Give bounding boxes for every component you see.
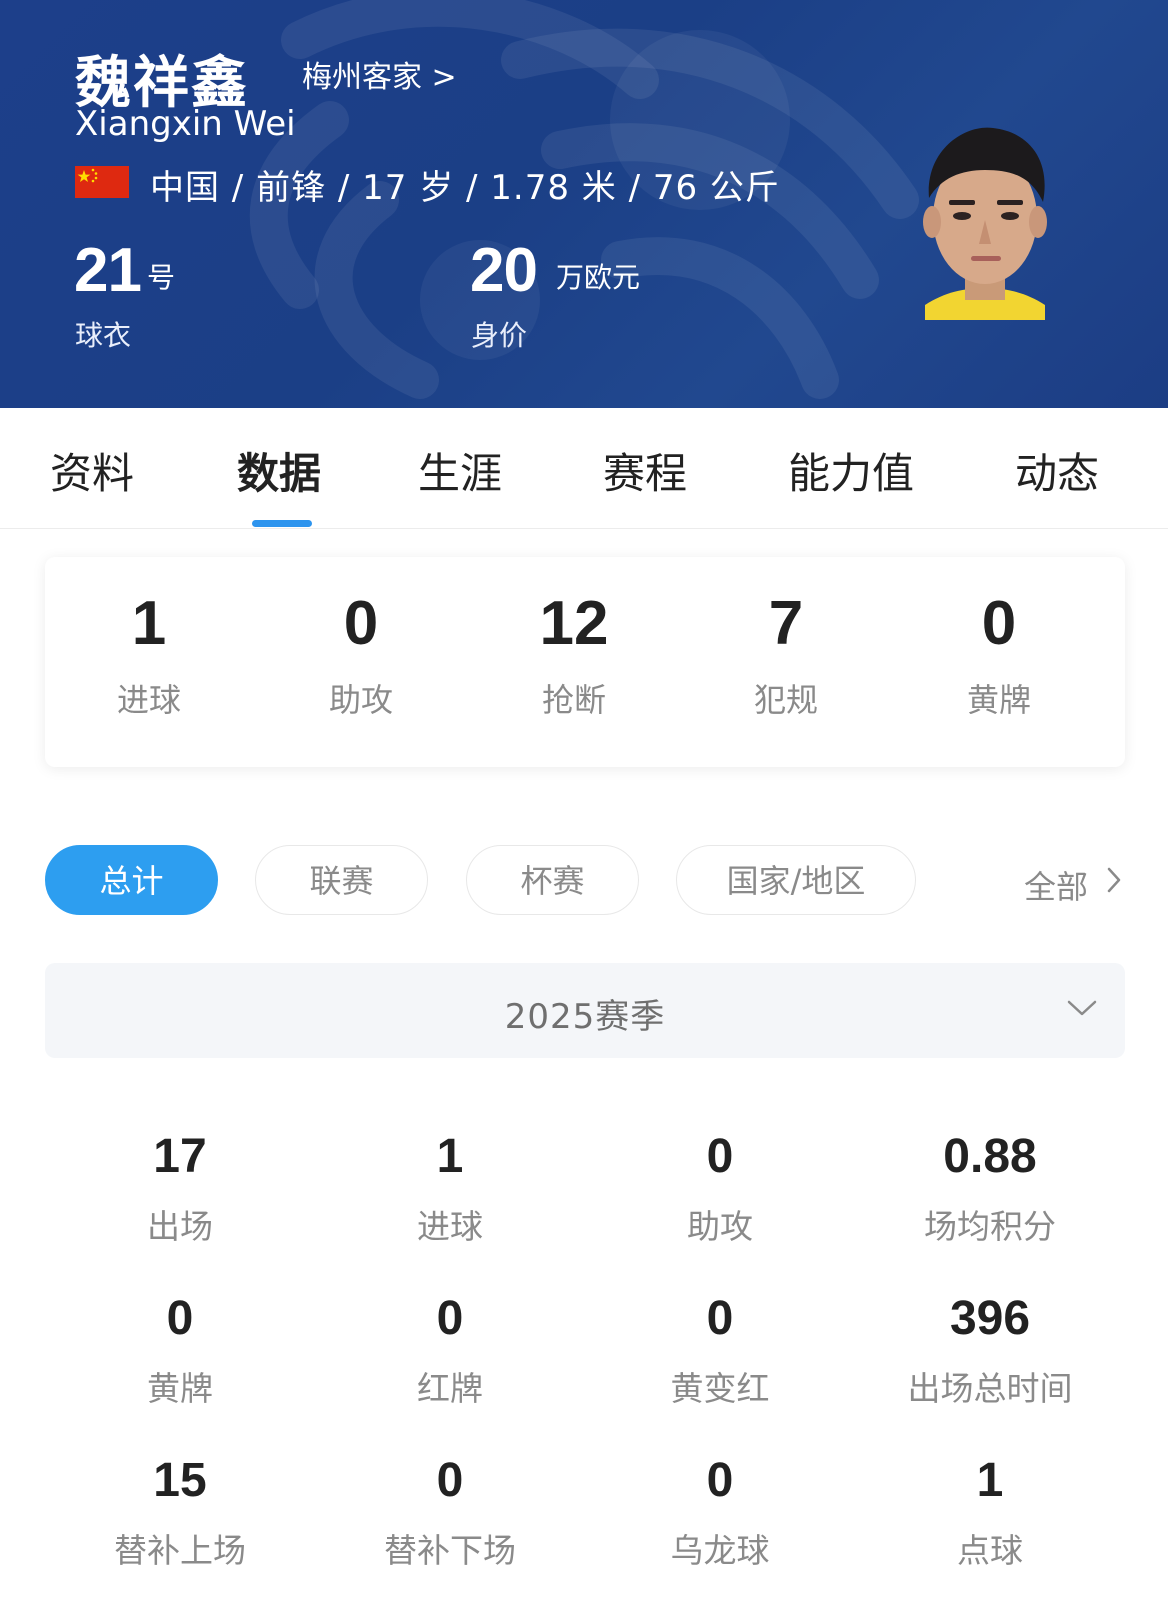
player-info-line: 中国 / 前锋 / 17 岁 / 1.78 米 / 76 公斤 [150, 168, 780, 208]
stat-value: 0 [166, 1292, 194, 1345]
summary-stat-fouls: 7 犯规 [686, 587, 886, 721]
stat-label: 替补上场 [114, 1531, 246, 1570]
tab-feed[interactable]: 动态 [1015, 440, 1099, 501]
tab-bar: 资料 数据 生涯 赛程 能力值 动态 [0, 408, 1168, 529]
filter-total-button[interactable]: 总计 [45, 845, 218, 915]
player-avatar [923, 127, 1047, 320]
stat-label: 替补下场 [384, 1531, 516, 1570]
summary-value: 1 [131, 589, 167, 658]
active-tab-indicator [252, 520, 312, 527]
stat-label: 黄变红 [670, 1369, 770, 1408]
stat-label: 进球 [417, 1207, 483, 1246]
stat-red-cards: 0 红牌 [320, 1290, 580, 1410]
stat-sub-on: 15 替补上场 [50, 1452, 310, 1572]
tab-career[interactable]: 生涯 [418, 440, 502, 501]
summary-value: 12 [539, 589, 609, 658]
stat-value: 396 [949, 1292, 1031, 1345]
stat-label: 黄牌 [147, 1369, 213, 1408]
summary-label: 黄牌 [966, 681, 1031, 719]
stat-value: 1 [436, 1130, 464, 1183]
stat-label: 乌龙球 [670, 1531, 770, 1570]
team-link[interactable]: 梅州客家 > [302, 52, 457, 96]
jersey-label: 球衣 [75, 319, 132, 352]
jersey-number: 21 [74, 236, 142, 305]
player-english-name: Xiangxin Wei [75, 104, 296, 144]
summary-value: 0 [343, 589, 379, 658]
summary-label: 助攻 [328, 681, 393, 719]
season-selector[interactable]: 2025赛季 [45, 963, 1125, 1058]
stat-goals: 1 进球 [320, 1128, 580, 1248]
summary-stat-assists: 0 助攻 [261, 587, 461, 721]
market-value-label: 身价 [471, 319, 528, 352]
stat-value: 1 [976, 1454, 1004, 1507]
stat-minutes-played: 396 出场总时间 [860, 1290, 1120, 1410]
stat-avg-rating: 0.88 场均积分 [860, 1128, 1120, 1248]
filter-cup-button[interactable]: 杯赛 [466, 845, 639, 915]
stat-value: 0 [706, 1454, 734, 1507]
summary-stat-tackles: 12 抢断 [474, 587, 674, 721]
stat-value: 0 [436, 1454, 464, 1507]
market-value: 20 [470, 236, 538, 305]
jersey-unit: 号 [147, 261, 176, 294]
filter-all-link[interactable]: 全部 [1024, 862, 1088, 908]
summary-stat-yellow-cards: 0 黄牌 [899, 587, 1099, 721]
stat-value: 0.88 [943, 1130, 1037, 1183]
tab-profile[interactable]: 资料 [50, 440, 134, 501]
stat-label: 出场总时间 [907, 1369, 1073, 1408]
summary-card: 1 进球 0 助攻 12 抢断 7 犯规 0 黄牌 [45, 557, 1125, 767]
summary-stat-goals: 1 进球 [49, 587, 249, 721]
stat-value: 17 [153, 1130, 207, 1183]
chevron-down-icon [1067, 1000, 1097, 1016]
summary-value: 0 [981, 589, 1017, 658]
stat-label: 助攻 [687, 1207, 753, 1246]
stat-appearances: 17 出场 [50, 1128, 310, 1248]
stat-yellow-cards: 0 黄牌 [50, 1290, 310, 1410]
tab-data[interactable]: 数据 [237, 440, 321, 501]
stat-label: 场均积分 [924, 1207, 1056, 1246]
stat-label: 红牌 [417, 1369, 483, 1408]
tab-ability[interactable]: 能力值 [788, 440, 914, 501]
summary-label: 进球 [116, 681, 181, 719]
market-value-unit: 万欧元 [556, 261, 641, 294]
summary-value: 7 [768, 589, 804, 658]
filter-league-button[interactable]: 联赛 [255, 845, 428, 915]
summary-label: 抢断 [541, 681, 606, 719]
stat-second-yellow: 0 黄变红 [590, 1290, 850, 1410]
chevron-right-icon[interactable] [1104, 864, 1124, 896]
stat-penalties: 1 点球 [860, 1452, 1120, 1572]
stat-label: 点球 [957, 1531, 1023, 1570]
stat-value: 15 [153, 1454, 207, 1507]
stat-own-goals: 0 乌龙球 [590, 1452, 850, 1572]
season-label: 2025赛季 [504, 997, 666, 1037]
summary-label: 犯规 [753, 681, 818, 719]
tab-schedule[interactable]: 赛程 [603, 440, 687, 501]
stat-value: 0 [706, 1292, 734, 1345]
stat-value: 0 [436, 1292, 464, 1345]
player-header: 魏祥鑫 梅州客家 > Xiangxin Wei 中国 / 前锋 / 17 岁 /… [0, 0, 1168, 408]
filter-country-button[interactable]: 国家/地区 [676, 845, 916, 915]
stat-value: 0 [706, 1130, 734, 1183]
stat-sub-off: 0 替补下场 [320, 1452, 580, 1572]
china-flag-icon [75, 166, 129, 198]
stat-assists: 0 助攻 [590, 1128, 850, 1248]
stat-label: 出场 [147, 1207, 213, 1246]
